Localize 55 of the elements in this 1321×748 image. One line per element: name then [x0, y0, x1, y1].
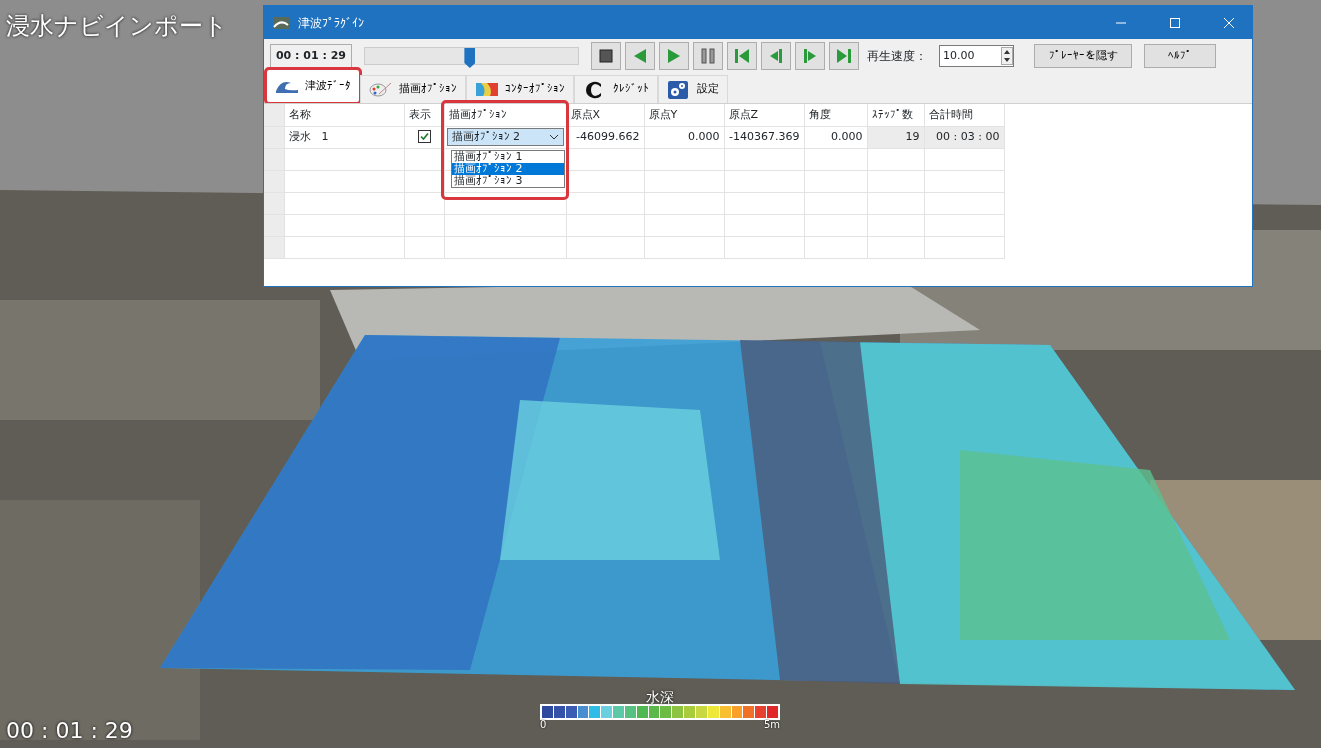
legend-max: 5m: [763, 720, 780, 730]
column-header: 表示: [408, 107, 431, 121]
slider-thumb[interactable]: [464, 48, 476, 68]
column-header: 描画ｵﾌﾟｼｮﾝ: [448, 107, 507, 121]
window-title: 津波ﾌﾟﾗｸﾞｲﾝ: [298, 14, 365, 32]
tab[interactable]: 津波ﾃﾞｰﾀ: [266, 69, 360, 103]
step-back-button[interactable]: [761, 42, 791, 70]
legend-min: 0: [540, 720, 547, 730]
table-cell: -46099.662: [576, 129, 640, 143]
spin-arrows-icon[interactable]: [1001, 47, 1013, 65]
app-icon: [272, 14, 290, 31]
chevron-down-icon: [548, 134, 559, 140]
dropdown-option[interactable]: 描画ｵﾌﾟｼｮﾝ 2: [452, 163, 564, 175]
speed-field[interactable]: 10.00: [939, 45, 1014, 67]
tab[interactable]: ｸﾚｼﾞｯﾄ: [574, 75, 658, 103]
table-cell: 0.000: [831, 129, 863, 143]
pause-icon: [698, 46, 718, 66]
column-header: 角度: [808, 107, 831, 121]
dropdown-option[interactable]: 描画ｵﾌﾟｼｮﾝ 3: [452, 175, 564, 187]
table-cell: 浸水 1: [288, 129, 329, 143]
table-cell: 00 : 03 : 00: [936, 129, 1000, 143]
column-header: 原点Z: [728, 107, 759, 121]
column-header: 合計時間: [928, 107, 973, 121]
table-cell: 19: [905, 129, 920, 143]
column-header: 名称: [288, 107, 311, 121]
column-header: ｽﾃｯﾌﾟ数: [871, 107, 913, 121]
hide-player-button[interactable]: ﾌﾟﾚｰﾔｰを隠す: [1034, 44, 1132, 68]
first-button[interactable]: [727, 42, 757, 70]
last-button[interactable]: [829, 42, 859, 70]
overlay-title: 浸水ナビインポート: [6, 11, 228, 42]
stop-icon: [596, 46, 616, 66]
tab[interactable]: 描画ｵﾌﾟｼｮﾝ: [360, 75, 466, 103]
play-button[interactable]: [659, 42, 689, 70]
maximize-icon: [1168, 16, 1182, 29]
table-cell: 0.000: [688, 129, 720, 143]
speed-label: 再生速度：: [867, 48, 927, 65]
table-cell: -140367.369: [729, 129, 800, 143]
checkbox[interactable]: [417, 130, 431, 144]
tab[interactable]: ｺﾝﾀｰｵﾌﾟｼｮﾝ: [466, 75, 574, 103]
last-icon: [834, 46, 854, 66]
first-icon: [732, 46, 752, 66]
dropdown-field[interactable]: 描画ｵﾌﾟｼｮﾝ 2: [446, 128, 564, 146]
step-forward-button[interactable]: [795, 42, 825, 70]
dropdown-option[interactable]: 描画ｵﾌﾟｼｮﾝ 1: [452, 151, 564, 163]
timeline-slider[interactable]: [364, 47, 579, 65]
tab[interactable]: 設定: [658, 75, 728, 103]
stop-button[interactable]: [591, 42, 621, 70]
overlay-time: 00 : 01 : 29: [6, 717, 133, 745]
gear-icon: [667, 79, 691, 100]
column-header: 原点X: [570, 107, 601, 121]
column-header: 原点Y: [648, 107, 678, 121]
close-icon: [1222, 16, 1236, 29]
legend-title: 水深: [646, 690, 674, 704]
pause-button[interactable]: [693, 42, 723, 70]
help-button[interactable]: ﾍﾙﾌﾟ: [1144, 44, 1216, 68]
